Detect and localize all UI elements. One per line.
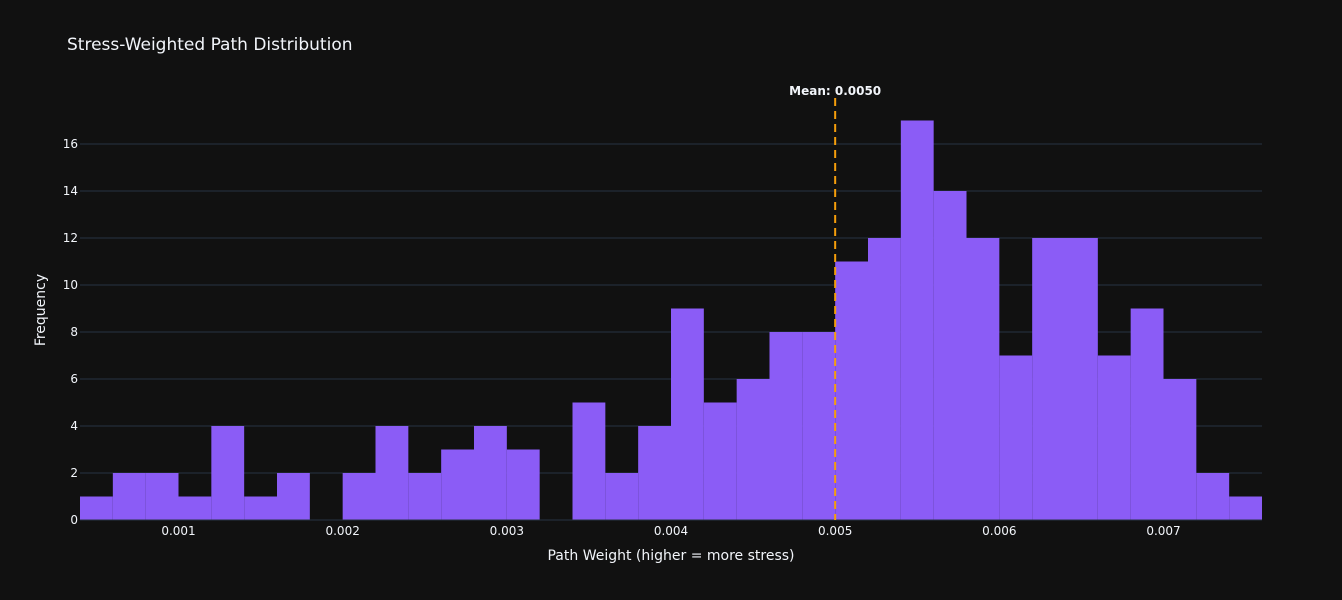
histogram-bar [572, 402, 606, 520]
histogram-bar [145, 473, 179, 520]
histogram-bar [736, 379, 770, 520]
histogram-bar [1196, 473, 1230, 520]
y-tick-label: 8 [70, 325, 78, 339]
histogram-chart: Mean: 0.0050 0 2 4 6 8 10 12 14 16 0.001 0.002 0.0… [0, 0, 1342, 600]
x-tick-label: 0.001 [161, 524, 195, 538]
histogram-bar [474, 426, 507, 520]
chart-title: Stress-Weighted Path Distribution [67, 35, 353, 55]
y-tick-label: 12 [63, 231, 78, 245]
y-tick-label: 2 [70, 466, 78, 480]
histogram-bar [999, 355, 1033, 520]
y-tick-label: 0 [70, 513, 78, 527]
x-tick-label: 0.005 [818, 524, 852, 538]
histogram-bar [441, 449, 474, 520]
histogram-bar [769, 332, 803, 520]
histogram-bar [966, 238, 1000, 520]
histogram-bar [244, 496, 277, 520]
histogram-bar [802, 332, 836, 520]
x-axis-title: Path Weight (higher = more stress) [547, 548, 794, 564]
histogram-bar [671, 308, 704, 520]
histogram-bar [277, 473, 310, 520]
histogram-bar [1163, 379, 1197, 520]
mean-annotation: Mean: 0.0050 [789, 84, 881, 98]
histogram-bar [703, 402, 737, 520]
histogram-bar [1130, 308, 1164, 520]
histogram-bar [342, 473, 376, 520]
x-tick-label: 0.006 [982, 524, 1016, 538]
histogram-bar [178, 496, 212, 520]
histogram-bar [112, 473, 146, 520]
y-tick-label: 10 [63, 278, 78, 292]
x-tick-label: 0.004 [654, 524, 688, 538]
y-tick-label: 14 [63, 184, 78, 198]
x-tick-label: 0.002 [325, 524, 359, 538]
histogram-bar [408, 473, 442, 520]
histogram-bar [1065, 238, 1098, 520]
x-tick-label: 0.003 [490, 524, 524, 538]
histogram-bar [1229, 496, 1262, 520]
histogram-bar [211, 426, 245, 520]
histogram-bar [506, 449, 540, 520]
histogram-bar [933, 191, 967, 520]
chart-svg: Mean: 0.0050 0 2 4 6 8 10 12 14 16 0.001 0.002 0.0… [0, 0, 1342, 600]
x-tick-label: 0.007 [1146, 524, 1180, 538]
y-axis-title: Frequency [33, 274, 49, 346]
y-tick-label: 6 [70, 372, 78, 386]
histogram-bar [80, 496, 113, 520]
histogram-bar [900, 120, 934, 520]
histogram-bar [638, 426, 671, 520]
histogram-bar [835, 261, 868, 520]
histogram-bar [868, 238, 901, 520]
histogram-bar [1032, 238, 1065, 520]
histogram-bar [605, 473, 639, 520]
y-tick-label: 16 [63, 137, 78, 151]
y-tick-label: 4 [70, 419, 78, 433]
histogram-bar [375, 426, 409, 520]
histogram-bar [1097, 355, 1131, 520]
